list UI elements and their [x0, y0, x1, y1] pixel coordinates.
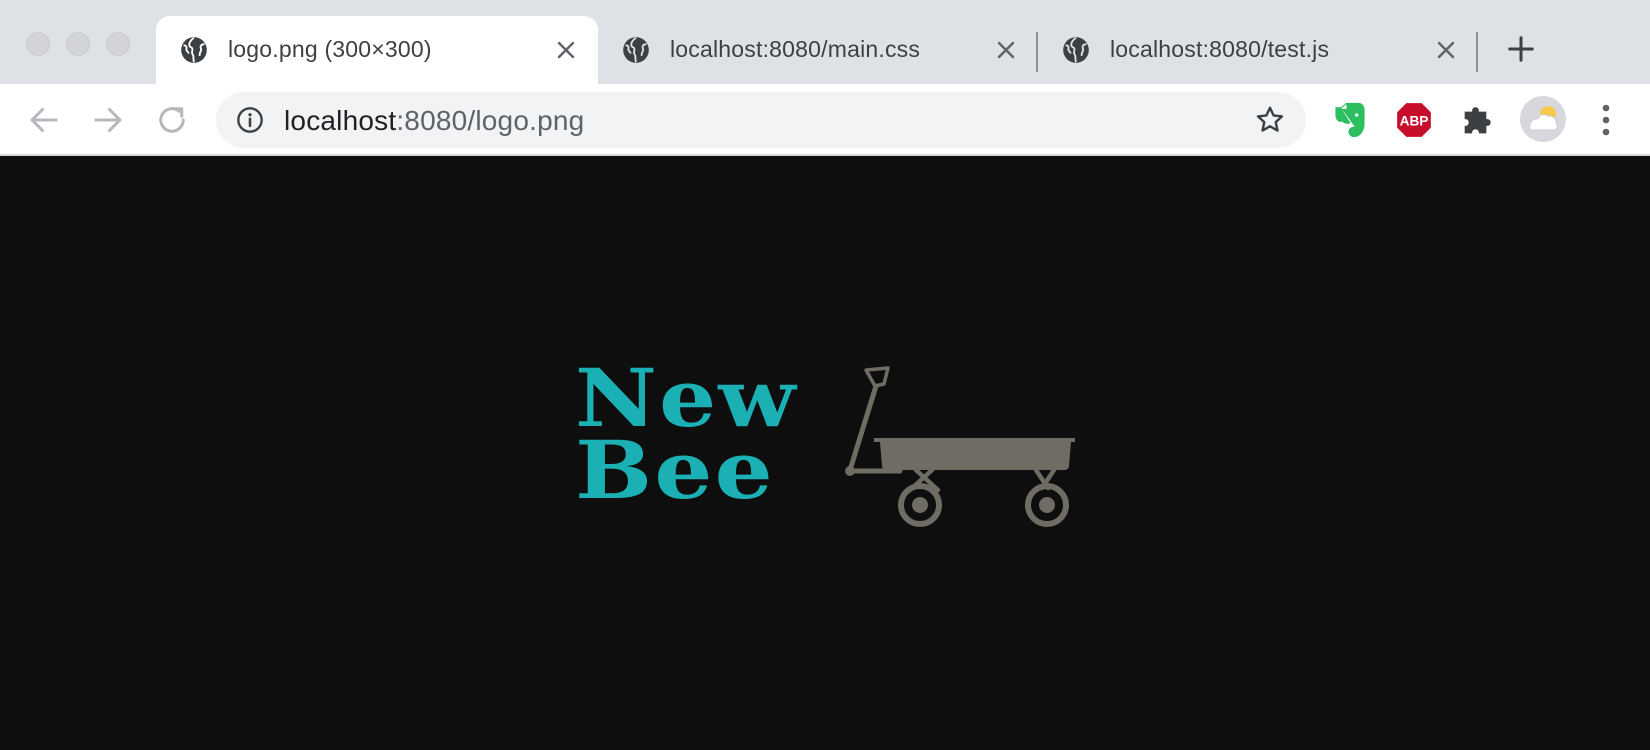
new-tab-icon[interactable] [1506, 34, 1536, 64]
abp-icon[interactable]: ABP [1394, 100, 1434, 140]
logo-image: New Bee [575, 358, 1075, 568]
evernote-icon[interactable] [1330, 100, 1370, 140]
reload-icon[interactable] [154, 102, 190, 138]
tab-main-css[interactable]: localhost:8080/main.css [598, 16, 1038, 84]
tab-title: localhost:8080/test.js [1110, 36, 1330, 62]
abp-label: ABP [1400, 113, 1429, 128]
window-close-button[interactable] [26, 32, 50, 56]
logo-text-line2: Bee [575, 423, 775, 517]
globe-icon [181, 36, 207, 63]
tab-title: localhost:8080/main.css [670, 36, 921, 62]
window-minimize-button[interactable] [66, 32, 90, 56]
tab-separator [1476, 32, 1478, 72]
more-vertical-icon[interactable] [1594, 102, 1618, 138]
toolbar: localhost:8080/logo.png ABP [0, 84, 1650, 156]
url-path: :8080/logo.png [396, 105, 585, 136]
arrow-right-icon[interactable] [90, 102, 126, 138]
puzzle-icon[interactable] [1458, 100, 1498, 140]
info-icon[interactable] [236, 106, 264, 134]
url-text[interactable]: localhost:8080/logo.png [284, 105, 584, 137]
close-icon[interactable] [554, 38, 578, 62]
close-icon[interactable] [994, 38, 1018, 62]
weather-avatar-icon [1528, 106, 1558, 131]
globe-icon [1063, 36, 1089, 63]
tab-strip: logo.png (300×300) localhost:8080/main.c… [0, 0, 1650, 84]
tab-test-js[interactable]: localhost:8080/test.js [1038, 16, 1478, 84]
globe-icon [623, 36, 649, 63]
window-zoom-button[interactable] [106, 32, 130, 56]
wagon-icon [845, 366, 1075, 527]
avatar[interactable] [1520, 96, 1566, 142]
arrow-left-icon[interactable] [26, 102, 62, 138]
address-bar[interactable]: localhost:8080/logo.png [216, 92, 1306, 148]
image-viewer: New Bee [0, 158, 1650, 750]
star-icon[interactable] [1254, 104, 1286, 136]
close-icon[interactable] [1434, 38, 1458, 62]
tab-title: logo.png (300×300) [228, 36, 432, 62]
url-host: localhost [284, 105, 397, 136]
tab-logo-png[interactable]: logo.png (300×300) [156, 16, 598, 84]
